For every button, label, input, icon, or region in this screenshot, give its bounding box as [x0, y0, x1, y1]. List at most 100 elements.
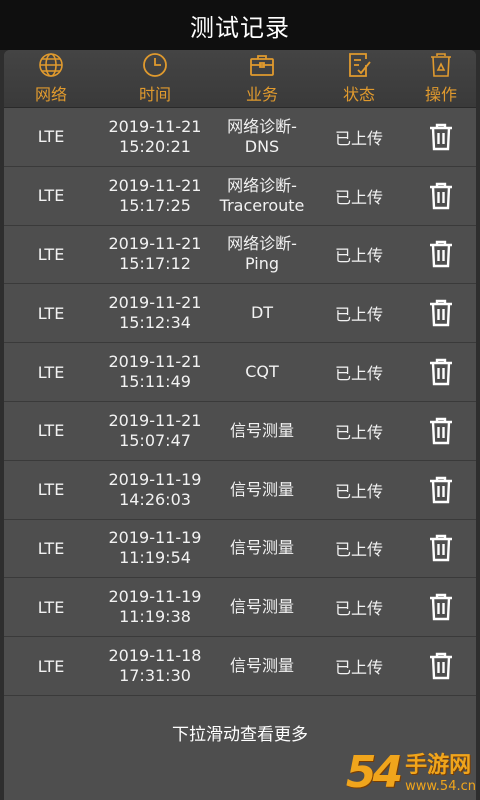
- row-network: LTE: [37, 656, 65, 676]
- row-status: 已上传: [334, 364, 383, 384]
- row-action: [406, 593, 476, 621]
- row-clock: 17:31:30: [119, 666, 191, 686]
- row-action: [406, 182, 476, 210]
- row-business-line1: 信号测量: [229, 538, 294, 558]
- screen: 测试记录 网络 时间 业务 状态 操作 LTE 2019-11-21 15:20…: [0, 0, 480, 800]
- row-network: LTE: [37, 421, 65, 441]
- row-business-line1: CQT: [245, 362, 279, 382]
- watermark-logo: 54 手游网 www.54.cn: [346, 747, 476, 798]
- table-row[interactable]: LTE 2019-11-21 15:11:49 CQT 已上传: [4, 343, 476, 402]
- row-business: DT: [212, 303, 312, 323]
- row-business: 信号测量: [212, 597, 312, 617]
- row-date: 2019-11-21: [108, 234, 202, 254]
- header-network-label: 网络: [34, 85, 67, 104]
- row-clock: 15:17:25: [119, 195, 191, 215]
- row-business-line1: 信号测量: [229, 597, 294, 617]
- header-business: 业务: [212, 50, 312, 107]
- header-time-label: 时间: [138, 85, 171, 104]
- row-status: 已上传: [334, 540, 383, 560]
- row-time: 2019-11-21 15:17:12: [98, 234, 212, 274]
- table-row[interactable]: LTE 2019-11-18 17:31:30 信号测量 已上传: [4, 637, 476, 696]
- row-action: [406, 652, 476, 680]
- row-status: 已上传: [334, 599, 383, 619]
- trash-icon[interactable]: [428, 182, 454, 210]
- table-row[interactable]: LTE 2019-11-19 11:19:38 信号测量 已上传: [4, 578, 476, 638]
- row-business-line1: 信号测量: [229, 420, 294, 440]
- trash-icon[interactable]: [428, 534, 454, 562]
- row-status: 已上传: [334, 481, 383, 501]
- row-clock: 11:19:54: [119, 548, 191, 568]
- row-action: [406, 476, 476, 504]
- table-row[interactable]: LTE 2019-11-21 15:20:21 网络诊断- DNS 已上传: [4, 108, 476, 167]
- row-business: 网络诊断- DNS: [212, 117, 312, 157]
- clock-icon: [143, 53, 167, 77]
- trash-icon[interactable]: [428, 417, 454, 445]
- row-date: 2019-11-19: [108, 469, 202, 489]
- row-date: 2019-11-21: [108, 116, 202, 136]
- row-action: [406, 299, 476, 327]
- header-network: 网络: [4, 50, 98, 107]
- row-network: LTE: [37, 597, 65, 617]
- pull-more-hint[interactable]: 下拉滑动查看更多: [4, 720, 476, 745]
- trash-icon[interactable]: [428, 123, 454, 151]
- briefcase-icon: [250, 55, 274, 76]
- table-row[interactable]: LTE 2019-11-21 15:17:12 网络诊断- Ping 已上传: [4, 226, 476, 285]
- checklist-icon: [349, 53, 371, 77]
- row-business-line1: 网络诊断-: [227, 116, 297, 136]
- trash-icon[interactable]: [428, 240, 454, 268]
- trash-icon[interactable]: [428, 299, 454, 327]
- row-time: 2019-11-21 15:12:34: [98, 293, 212, 333]
- trash-icon[interactable]: [428, 652, 454, 680]
- row-date: 2019-11-19: [108, 528, 202, 548]
- header-action-label: 操作: [424, 85, 457, 104]
- row-time: 2019-11-21 15:11:49: [98, 352, 212, 392]
- table-row[interactable]: LTE 2019-11-21 15:17:25 网络诊断- Traceroute…: [4, 167, 476, 226]
- row-business-line1: 信号测量: [229, 656, 294, 676]
- row-clock: 15:20:21: [119, 136, 191, 156]
- row-action: [406, 534, 476, 562]
- row-date: 2019-11-19: [108, 587, 202, 607]
- row-date: 2019-11-21: [108, 175, 202, 195]
- header-status: 状态: [312, 50, 406, 107]
- globe-icon: [39, 53, 63, 77]
- row-time: 2019-11-19 14:26:03: [98, 470, 212, 510]
- row-business-line2: Ping: [244, 254, 280, 274]
- trash-icon[interactable]: [428, 358, 454, 386]
- header-business-label: 业务: [245, 85, 278, 104]
- trash-icon[interactable]: [428, 593, 454, 621]
- row-clock: 11:19:38: [119, 607, 191, 627]
- header-time: 时间: [98, 50, 212, 107]
- table-row[interactable]: LTE 2019-11-19 14:26:03 信号测量 已上传: [4, 461, 476, 520]
- row-business-line1: DT: [250, 303, 274, 323]
- row-action: [406, 123, 476, 151]
- trash-icon[interactable]: [428, 476, 454, 504]
- header-action: 操作: [406, 50, 476, 107]
- row-status: 已上传: [334, 246, 383, 266]
- row-time: 2019-11-19 11:19:38: [98, 587, 212, 627]
- row-status: 已上传: [334, 422, 383, 442]
- row-business: 网络诊断- Traceroute: [212, 176, 312, 216]
- row-network: LTE: [37, 186, 65, 206]
- row-business-line2: DNS: [244, 136, 280, 156]
- row-time: 2019-11-18 17:31:30: [98, 646, 212, 686]
- table-row[interactable]: LTE 2019-11-21 15:07:47 信号测量 已上传: [4, 402, 476, 461]
- row-date: 2019-11-21: [108, 352, 202, 372]
- recycle-bin-icon: [431, 53, 451, 77]
- row-status: 已上传: [334, 128, 383, 148]
- row-date: 2019-11-21: [108, 410, 202, 430]
- watermark-url: www.54.cn: [405, 779, 476, 794]
- row-business: 网络诊断- Ping: [212, 234, 312, 274]
- records-list: LTE 2019-11-21 15:20:21 网络诊断- DNS 已上传 LT…: [4, 108, 476, 696]
- row-status: 已上传: [334, 658, 383, 678]
- row-date: 2019-11-18: [108, 646, 202, 666]
- header-status-label: 状态: [342, 85, 375, 104]
- watermark-text: 手游网 www.54.cn: [405, 747, 476, 794]
- row-clock: 15:17:12: [119, 254, 191, 274]
- title-bar: 测试记录: [0, 0, 480, 50]
- row-date: 2019-11-21: [108, 293, 202, 313]
- table-row[interactable]: LTE 2019-11-21 15:12:34 DT 已上传: [4, 284, 476, 344]
- row-time: 2019-11-19 11:19:54: [98, 528, 212, 568]
- watermark-number: 54: [345, 747, 403, 798]
- table-row[interactable]: LTE 2019-11-19 11:19:54 信号测量 已上传: [4, 520, 476, 579]
- watermark-label: 手游网: [405, 753, 472, 778]
